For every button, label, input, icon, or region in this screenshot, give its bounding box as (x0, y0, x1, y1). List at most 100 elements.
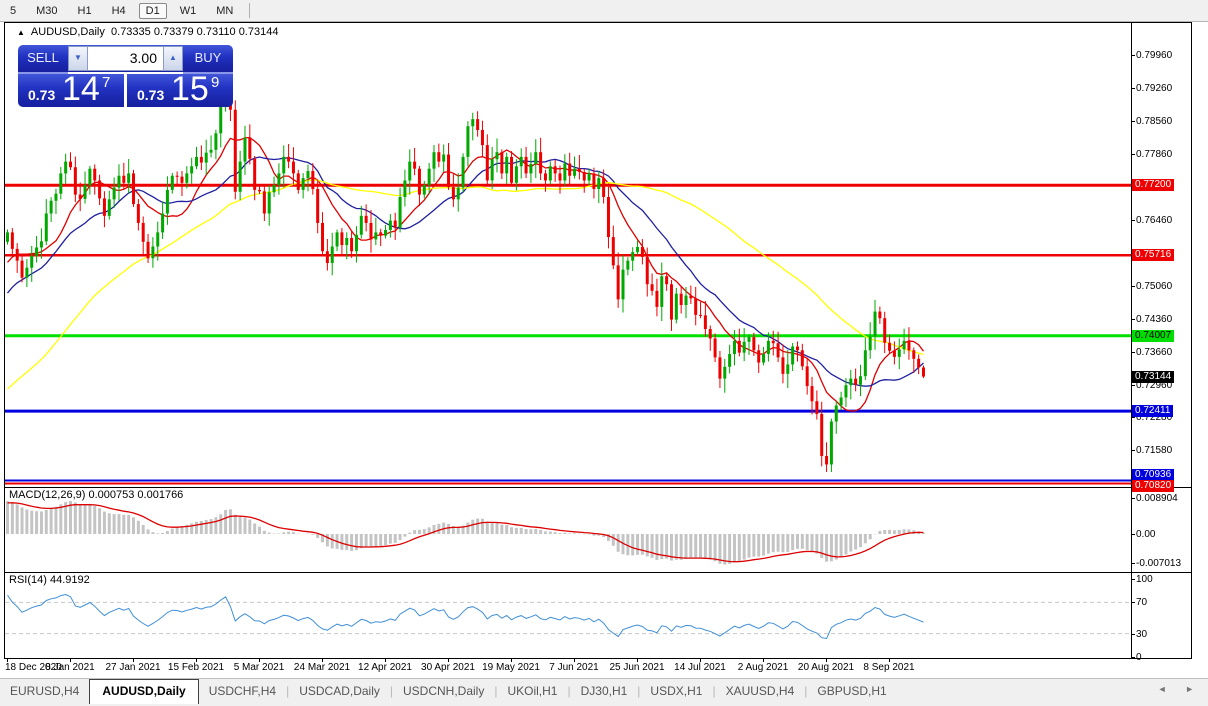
rsi-indicator-label: RSI(14) 44.9192 (9, 574, 90, 586)
candle-body (912, 350, 916, 359)
tab-XAUUSD-H4[interactable]: XAUUSD,H4 (716, 679, 805, 703)
candle-body (136, 204, 140, 223)
candle-body (316, 188, 320, 223)
price-chart-canvas[interactable] (5, 23, 1191, 658)
tab-USDCHF-H4[interactable]: USDCHF,H4 (199, 679, 286, 703)
candle-body (369, 222, 373, 240)
candle-body (548, 166, 552, 181)
candle-body (606, 196, 610, 238)
ask-price-big-digits: 15 (171, 70, 209, 108)
candle-body (815, 401, 819, 414)
macd-indicator-label: MACD(12,26,9) 0.000753 0.001766 (9, 489, 184, 501)
candle-body (83, 185, 87, 199)
candle-body (888, 342, 892, 351)
candle-body (636, 246, 640, 253)
price-marker-label: 0.74007 (1132, 330, 1175, 342)
collapse-panel-icon[interactable]: ▲ (17, 28, 25, 37)
tab-AUDUSD-Daily[interactable]: AUDUSD,Daily (89, 679, 199, 704)
candle-body (616, 265, 620, 300)
candle-body (490, 159, 494, 181)
candle-body (873, 311, 877, 337)
candle-body (190, 166, 194, 174)
date-axis-label: 30 Apr 2021 (421, 662, 475, 673)
tab-USDX-H1[interactable]: USDX,H1 (640, 679, 712, 703)
date-axis-label: 27 Jan 2021 (105, 662, 161, 673)
macd-panel-divider[interactable] (5, 487, 1191, 488)
candle-body (325, 251, 329, 264)
price-axis-tick: 0.77860 (1130, 149, 1173, 160)
candle-body (854, 378, 858, 385)
candle-body (214, 133, 218, 150)
candle-body (417, 168, 421, 195)
candle-body (354, 234, 358, 252)
bid-price-big-digits: 14 (62, 70, 100, 108)
candle-body (175, 175, 179, 177)
date-axis-label: 8 Sep 2021 (863, 662, 915, 673)
price-axis-tick: 0.79960 (1130, 50, 1173, 61)
candle-body (6, 232, 9, 242)
candle-body (917, 358, 921, 368)
candle-body (781, 357, 785, 374)
rsi-panel-divider[interactable] (5, 572, 1191, 573)
tab-DJ30-H1[interactable]: DJ30,H1 (571, 679, 638, 703)
price-marker-label: 0.73144 (1132, 371, 1175, 383)
bid-price-display[interactable]: 0.73 14 7 (18, 70, 124, 108)
bid-price-pip-digit: 7 (102, 74, 111, 91)
timeframe-button-MN[interactable]: MN (209, 3, 240, 19)
candle-body (69, 161, 73, 168)
candle-body (321, 222, 325, 252)
candle-body (59, 173, 63, 194)
candle-body (88, 168, 92, 186)
candle-body (219, 105, 223, 134)
candle-body (427, 168, 431, 186)
rsi-axis-tick: 30 (1130, 629, 1148, 640)
volume-increase-button[interactable]: ▲ (163, 46, 183, 71)
candle-body (350, 238, 354, 252)
candle-body (311, 171, 315, 189)
candle-body (335, 232, 339, 247)
macd-axis-tick: -0.007013 (1130, 558, 1182, 569)
timeframe-toolbar: 5 M30 H1 H4 D1 W1 MN (0, 0, 1208, 22)
timeframe-button-D1[interactable]: D1 (138, 2, 167, 19)
moving-average-10-line (7, 136, 925, 412)
date-axis-label: 15 Feb 2021 (167, 662, 225, 673)
ask-price-display[interactable]: 0.73 15 9 (127, 70, 233, 108)
candle-body (359, 215, 363, 235)
timeframe-button-H1[interactable]: H1 (71, 3, 99, 19)
candle-body (393, 220, 397, 228)
tab-USDCAD-Daily[interactable]: USDCAD,Daily (289, 679, 390, 703)
candle-body (301, 178, 305, 190)
candle-body (728, 354, 732, 367)
moving-average-55-line (7, 179, 924, 390)
price-axis-tick: 0.75060 (1130, 281, 1173, 292)
date-axis-label: 19 May 2021 (482, 662, 540, 673)
timeframe-button-M30[interactable]: M30 (29, 3, 64, 19)
candle-body (253, 158, 257, 190)
candle-body (170, 175, 174, 190)
candle-body (25, 267, 29, 278)
candle-body (248, 138, 252, 159)
price-marker-label: 0.75716 (1132, 249, 1175, 261)
bar-low-value: 0.73110 (196, 26, 236, 38)
sell-button[interactable]: SELL (18, 45, 68, 74)
bar-high-value: 0.73379 (153, 26, 194, 38)
tab-GBPUSD-H1[interactable]: GBPUSD,H1 (807, 679, 896, 703)
timeframe-button-W1[interactable]: W1 (173, 3, 204, 19)
volume-input[interactable]: 3.00 (88, 46, 163, 71)
candle-body (592, 173, 596, 189)
candle-body (20, 260, 24, 278)
tab-EURUSD-H4[interactable]: EURUSD,H4 (0, 679, 89, 703)
candle-body (640, 246, 644, 257)
candle-body (388, 220, 392, 230)
tab-UKOil-H1[interactable]: UKOil,H1 (497, 679, 567, 703)
tab-scroll-arrows[interactable]: ◄ ► (1158, 684, 1202, 694)
date-axis-label: 2 Aug 2021 (737, 662, 789, 673)
candle-body (689, 295, 693, 299)
candle-body (708, 329, 712, 339)
candle-body (54, 193, 58, 201)
volume-decrease-button[interactable]: ▼ (68, 46, 88, 71)
timeframe-button-H4[interactable]: H4 (105, 3, 133, 19)
tab-USDCNH-Daily[interactable]: USDCNH,Daily (393, 679, 494, 703)
timeframe-button-5[interactable]: 5 (3, 3, 23, 19)
candle-body (742, 341, 746, 353)
